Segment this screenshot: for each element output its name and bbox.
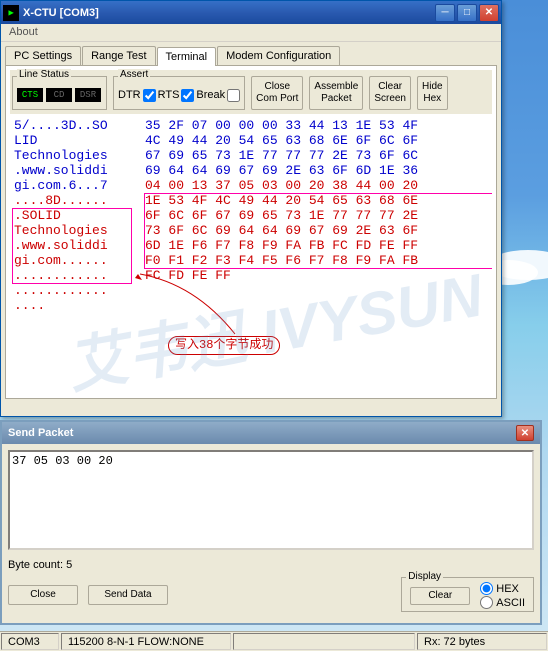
menubar: About (1, 24, 501, 42)
window-title: X-CTU [COM3] (23, 7, 99, 19)
clear-screen-button[interactable]: Clear Screen (369, 76, 411, 110)
send-data-btn[interactable]: Send Data (88, 585, 168, 605)
assert-group: Assert DTR RTS Break (113, 76, 245, 110)
dtr-label: DTR (118, 89, 141, 101)
terminal-toolbar: Line Status CTS CD DSR Assert DTR RTS Br… (10, 70, 492, 114)
rts-label: RTS (158, 89, 180, 101)
terminal-panel: Line Status CTS CD DSR Assert DTR RTS Br… (5, 65, 497, 399)
clear-button[interactable]: Clear (410, 587, 470, 605)
tab-range-test[interactable]: Range Test (82, 46, 155, 65)
send-packet-window: Send Packet ✕ Byte count: 5 Close Send D… (0, 420, 542, 625)
titlebar[interactable]: ▶ X-CTU [COM3] ─ □ ✕ (1, 1, 501, 24)
send-close-btn[interactable]: Close (8, 585, 78, 605)
rts-checkbox[interactable] (181, 89, 194, 102)
assert-label: Assert (118, 69, 150, 80)
display-label: Display (406, 571, 443, 582)
send-title-text: Send Packet (8, 427, 73, 439)
dtr-checkbox[interactable] (143, 89, 156, 102)
close-comport-button[interactable]: Close Com Port (251, 76, 303, 110)
status-bar: COM3 115200 8-N-1 FLOW:NONE Rx: 72 bytes (0, 631, 548, 651)
app-icon: ▶ (3, 5, 19, 21)
minimize-button[interactable]: ─ (435, 4, 455, 22)
assemble-packet-button[interactable]: Assemble Packet (309, 76, 363, 110)
terminal-hex-area[interactable]: 5/....3D..SOLID Technologies.www.soliddi… (10, 114, 492, 394)
tab-modem-config[interactable]: Modem Configuration (217, 46, 340, 65)
close-button[interactable]: ✕ (479, 4, 499, 22)
send-data-input[interactable] (8, 450, 534, 550)
annotation-bubble: 写入38个字节成功 (168, 336, 280, 355)
hide-hex-button[interactable]: Hide Hex (417, 76, 448, 110)
highlight-box-3 (12, 208, 132, 284)
status-spacer (233, 633, 415, 650)
ascii-radio[interactable] (480, 596, 493, 609)
line-status-group: Line Status CTS CD DSR (12, 76, 107, 110)
send-close-button[interactable]: ✕ (516, 425, 534, 441)
hex-radio[interactable] (480, 582, 493, 595)
tab-pc-settings[interactable]: PC Settings (5, 46, 81, 65)
led-cd: CD (46, 88, 72, 102)
led-dsr: DSR (75, 88, 101, 102)
status-settings: 115200 8-N-1 FLOW:NONE (61, 633, 231, 650)
menu-about[interactable]: About (9, 26, 38, 38)
xctu-main-window: ▶ X-CTU [COM3] ─ □ ✕ About PC Settings R… (0, 0, 502, 417)
status-port: COM3 (1, 633, 59, 650)
status-rx: Rx: 72 bytes (417, 633, 547, 650)
send-titlebar[interactable]: Send Packet ✕ (2, 422, 540, 444)
maximize-button[interactable]: □ (457, 4, 477, 22)
break-checkbox[interactable] (227, 89, 240, 102)
tab-strip: PC Settings Range Test Terminal Modem Co… (1, 42, 501, 65)
break-label: Break (196, 89, 225, 101)
display-group: Display Clear HEX ASCII (401, 577, 534, 612)
led-cts: CTS (17, 88, 43, 102)
line-status-label: Line Status (17, 69, 71, 80)
byte-count-label: Byte count: 5 (8, 559, 72, 571)
tab-terminal[interactable]: Terminal (157, 47, 217, 66)
highlight-box-2 (144, 193, 492, 269)
